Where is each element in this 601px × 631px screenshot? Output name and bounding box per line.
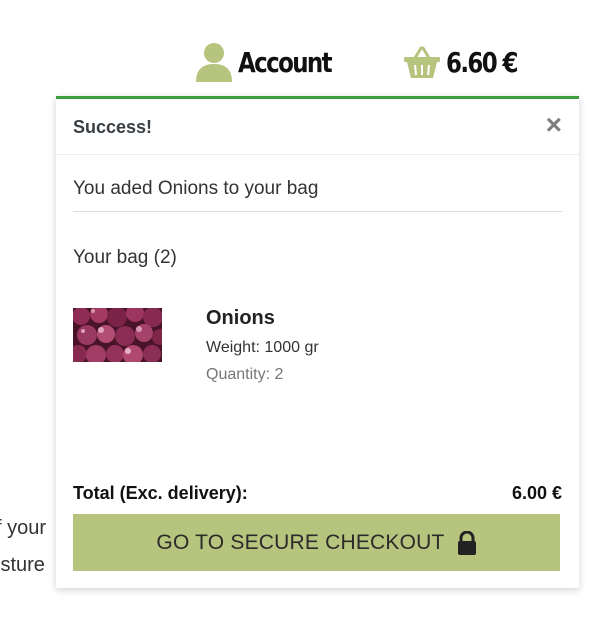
account-label: Account — [238, 45, 333, 79]
total-value: 6.00 € — [511, 483, 562, 503]
toast-message: You aded Onions to your bag — [73, 178, 319, 199]
product-weight: Weight: 1000 gr — [206, 339, 319, 356]
lock-icon — [457, 530, 477, 555]
success-toast: Success! × You aded Onions to your bag Y… — [56, 96, 579, 588]
checkout-button-label: GO TO SECURE CHECKOUT — [156, 530, 445, 554]
product-name: Onions — [206, 307, 275, 329]
close-icon[interactable]: × — [546, 111, 562, 139]
bag-link[interactable]: 6.60 € — [404, 40, 532, 84]
secure-checkout-button[interactable]: GO TO SECURE CHECKOUT — [73, 514, 560, 571]
bag-count: Your bag (2) — [73, 247, 177, 268]
toast-header: Success! × — [56, 99, 579, 155]
background-text-line-1: f your — [0, 517, 47, 539]
account-link[interactable]: Account — [196, 40, 351, 84]
background-text-line-2: isture — [0, 554, 45, 576]
toast-title: Success! — [73, 117, 153, 137]
user-icon — [196, 42, 232, 82]
basket-icon — [404, 45, 440, 79]
page: Account 6.60 € f your isture Success! × … — [0, 0, 601, 631]
product-quantity: Quantity: 2 — [206, 366, 284, 383]
bag-total: 6.60 € — [446, 45, 518, 79]
divider — [73, 211, 562, 212]
total-label: Total (Exc. delivery): — [73, 483, 248, 503]
product-image — [73, 308, 162, 362]
